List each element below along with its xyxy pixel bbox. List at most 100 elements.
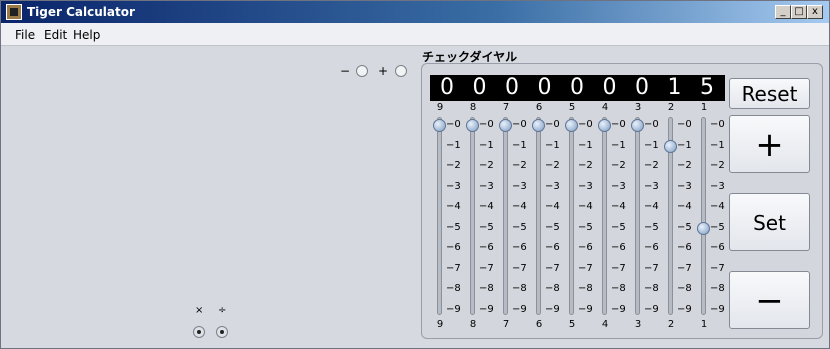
slider-tick-label: −5: [677, 221, 692, 233]
slider-tick-label: −3: [578, 180, 593, 192]
slider-tick-label: −2: [644, 160, 659, 171]
display-digit: 0: [440, 75, 454, 100]
slider-knob[interactable]: [598, 119, 611, 132]
slider-tick-label: −3: [644, 180, 659, 192]
slider-tick-label: −3: [677, 180, 692, 192]
multiply-radio[interactable]: [193, 326, 205, 338]
maximize-button[interactable]: □: [791, 5, 807, 19]
slider-tick-label: −7: [512, 262, 527, 274]
slider-tick-label: −8: [611, 283, 626, 294]
slider-knob[interactable]: [631, 119, 644, 132]
column-number-bottom: 1: [700, 319, 708, 330]
dial-slider[interactable]: −0 −1 −2 −3 −4 −5 −6 −7 −8 −9: [664, 115, 697, 319]
slider-tick-label: −3: [512, 180, 527, 192]
sign-minus-label: −: [340, 64, 351, 78]
close-button[interactable]: x: [807, 5, 823, 19]
reset-button[interactable]: Reset: [729, 78, 810, 109]
menu-help[interactable]: Help: [73, 28, 100, 42]
slider-tick-label: −8: [545, 283, 560, 294]
slider-tick-label: −6: [545, 242, 560, 253]
slider-knob[interactable]: [433, 119, 446, 132]
sign-plus-radio[interactable]: [395, 65, 407, 77]
display-digit: 0: [505, 75, 519, 100]
slider-knob[interactable]: [664, 139, 677, 153]
dial-slider[interactable]: −0 −1 −2 −3 −4 −5 −6 −7 −8 −9: [598, 115, 631, 319]
slider-tick-label: −2: [611, 160, 626, 171]
slider-tick-label: −4: [611, 201, 626, 212]
display-digit: 0: [635, 75, 649, 100]
dial-slider[interactable]: −0 −1 −2 −3 −4 −5 −6 −7 −8 −9: [565, 115, 598, 319]
slider-track[interactable]: [701, 117, 706, 315]
slider-tick-label: −6: [512, 242, 527, 253]
menu-file[interactable]: File: [15, 28, 35, 42]
slider-knob[interactable]: [466, 119, 479, 132]
slider-tick-label: −4: [545, 201, 560, 212]
display-digit: 0: [537, 75, 552, 100]
column-number-top: 5: [568, 102, 576, 113]
set-button[interactable]: Set: [729, 193, 810, 251]
sign-plus-label: +: [378, 64, 389, 78]
divide-radio[interactable]: [216, 326, 228, 338]
column-number-top: 6: [535, 102, 543, 113]
slider-tick-label: −8: [446, 283, 461, 294]
slider-tick-label: −4: [512, 201, 527, 212]
column-number-bottom: 9: [436, 319, 444, 330]
slider-track[interactable]: [569, 117, 574, 315]
dial-slider[interactable]: −0 −1 −2 −3 −4 −5 −6 −7 −8 −9: [433, 115, 466, 319]
slider-knob[interactable]: [532, 119, 545, 132]
slider-knob[interactable]: [565, 119, 578, 132]
slider-tick-label: −2: [512, 160, 527, 171]
slider-track[interactable]: [503, 117, 508, 315]
slider-tick-label: −9: [545, 303, 560, 315]
slider-tick-label: −5: [578, 221, 593, 233]
dial-slider[interactable]: −0 −1 −2 −3 −4 −5 −6 −7 −8 −9: [499, 115, 532, 319]
slider-tick-label: −7: [545, 262, 560, 274]
plus-button[interactable]: +: [729, 115, 810, 173]
minus-button[interactable]: −: [729, 271, 810, 329]
column-number-top: 3: [634, 102, 642, 113]
menu-bar: File Edit Help: [1, 23, 829, 46]
slider-tick-label: −9: [611, 303, 626, 315]
slider-tick-label: −3: [479, 180, 494, 192]
column-number-bottom: 3: [634, 319, 642, 330]
slider-tick-label: −1: [479, 139, 494, 151]
dial-slider[interactable]: −0 −1 −2 −3 −4 −5 −6 −7 −8 −9: [532, 115, 565, 319]
column-number-top: 7: [502, 102, 510, 113]
dial-slider[interactable]: −0 −1 −2 −3 −4 −5 −6 −7 −8 −9: [697, 115, 730, 319]
slider-tick-label: −2: [677, 160, 692, 171]
slider-track[interactable]: [635, 117, 640, 315]
column-number-bottom: 5: [568, 319, 576, 330]
slider-tick-label: −5: [545, 221, 560, 233]
slider-tick-label: −7: [446, 262, 461, 274]
minimize-button[interactable]: _: [775, 5, 791, 19]
slider-tick-label: −1: [545, 139, 560, 151]
slider-track[interactable]: [536, 117, 541, 315]
dial-slider[interactable]: −0 −1 −2 −3 −4 −5 −6 −7 −8 −9: [631, 115, 664, 319]
sign-minus-radio[interactable]: [356, 65, 368, 77]
slider-tick-label: −6: [479, 242, 494, 253]
window-title: Tiger Calculator: [27, 5, 135, 19]
slider-knob[interactable]: [697, 221, 710, 235]
slider-tick-label: −8: [578, 283, 593, 294]
slider-tick-label: −4: [446, 201, 461, 212]
slider-tick-label: −6: [644, 242, 659, 253]
slider-track[interactable]: [437, 117, 442, 315]
display-digit: 5: [700, 75, 714, 100]
slider-tick-label: −0: [545, 119, 560, 130]
app-window: Tiger Calculator _ □ x File Edit Help − …: [0, 0, 830, 349]
slider-track[interactable]: [470, 117, 475, 315]
slider-tick-label: −3: [611, 180, 626, 192]
slider-tick-label: −0: [644, 119, 659, 130]
menu-edit[interactable]: Edit: [44, 28, 67, 42]
slider-tick-label: −4: [578, 201, 593, 212]
slider-tick-label: −5: [644, 221, 659, 233]
slider-tick-label: −8: [512, 283, 527, 294]
slider-tick-label: −0: [578, 119, 593, 130]
slider-knob[interactable]: [499, 119, 512, 132]
slider-tick-label: −0: [479, 119, 494, 130]
slider-tick-label: −1: [512, 139, 527, 151]
slider-track[interactable]: [602, 117, 607, 315]
slider-tick-label: −1: [578, 139, 593, 151]
dial-slider[interactable]: −0 −1 −2 −3 −4 −5 −6 −7 −8 −9: [466, 115, 499, 319]
slider-tick-label: −1: [677, 139, 692, 151]
